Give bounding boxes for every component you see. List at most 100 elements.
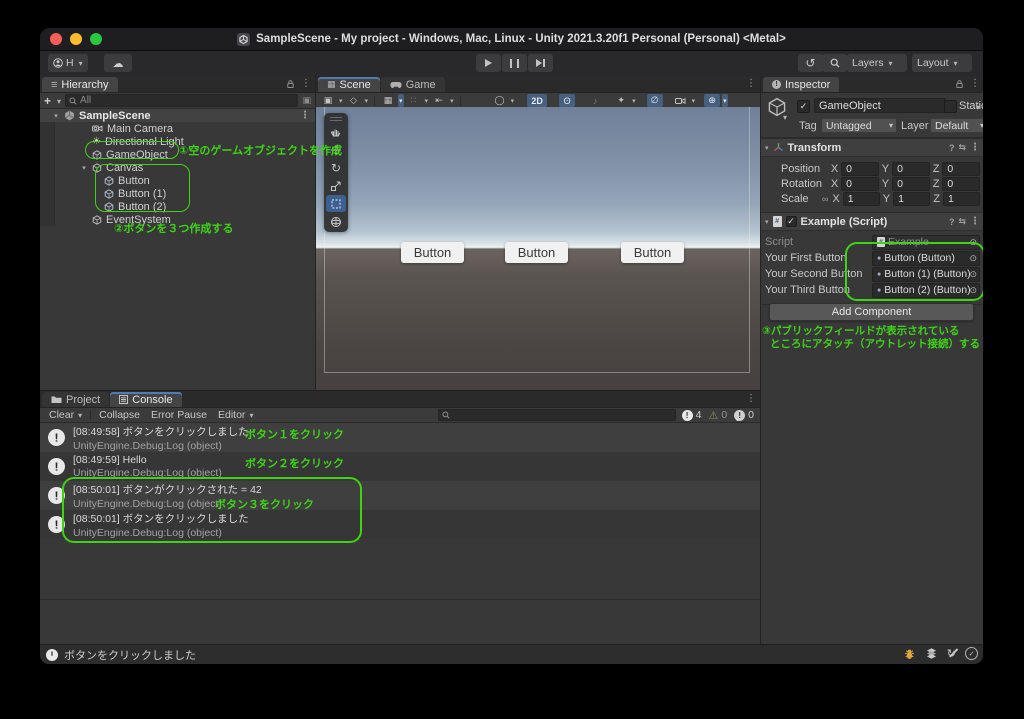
hand-tool-button[interactable] [326, 123, 346, 140]
hierarchy-row-scene[interactable]: SampleScene [40, 109, 315, 122]
rotation-x-field[interactable]: 0 [841, 177, 879, 191]
rotation-z-field[interactable]: 0 [942, 177, 980, 191]
lock-icon[interactable] [286, 79, 295, 89]
skybox-toggle-icon[interactable] [492, 94, 508, 107]
help-icon[interactable] [949, 217, 955, 227]
shading-mode-caret-icon[interactable] [364, 94, 370, 107]
console-split-divider[interactable] [40, 599, 760, 600]
effects-caret-icon[interactable] [631, 94, 637, 107]
minimize-window-button[interactable] [70, 33, 82, 45]
foldout-icon[interactable] [765, 144, 769, 152]
scale-y-field[interactable]: 1 [893, 192, 930, 206]
position-y-field[interactable]: 0 [892, 162, 930, 176]
example-script-menu-icon[interactable] [970, 216, 980, 227]
scene-picker-icon[interactable] [302, 95, 311, 106]
scene-viewport[interactable]: Button Button Button [316, 107, 760, 390]
object-picker-icon[interactable] [969, 253, 977, 264]
zoom-window-button[interactable] [90, 33, 102, 45]
close-window-button[interactable] [50, 33, 62, 45]
clear-button[interactable]: Clear [44, 409, 87, 422]
tab-hierarchy[interactable]: Hierarchy [42, 77, 118, 92]
foldout-icon[interactable] [765, 218, 769, 226]
example-script-component-header[interactable]: # Example (Script) [761, 212, 983, 231]
scale-x-field[interactable]: 1 [843, 192, 880, 206]
move-snap-caret-icon[interactable] [449, 94, 455, 107]
tag-dropdown[interactable]: Untagged [821, 118, 897, 133]
info-count-toggle[interactable]: !4 [682, 409, 702, 421]
object-picker-icon[interactable] [969, 269, 977, 280]
console-panel-menu-icon[interactable] [746, 393, 756, 404]
auto-refresh-disabled-icon[interactable] [947, 647, 956, 660]
presets-icon[interactable] [958, 216, 966, 227]
scale-tool-button[interactable] [326, 177, 346, 194]
active-checkbox[interactable] [797, 100, 810, 113]
scene-panel-menu-icon[interactable] [746, 78, 756, 89]
hierarchy-row-button-2[interactable]: Button (2) [40, 200, 315, 213]
move-snap-icon[interactable] [431, 94, 447, 107]
foldout-icon[interactable] [80, 164, 88, 172]
create-object-button[interactable] [44, 94, 51, 108]
first-button-object-field[interactable]: Button (Button) [872, 251, 980, 266]
hierarchy-row-button-1[interactable]: Button (1) [40, 187, 315, 200]
rotate-tool-button[interactable] [326, 159, 346, 176]
log-entry-2[interactable]: ! [08:49:59] Hello UnityEngine.Debug:Log… [40, 452, 760, 481]
position-z-field[interactable]: 0 [942, 162, 980, 176]
hidden-objects-toggle-icon[interactable] [647, 94, 663, 107]
grid-visibility-icon[interactable] [380, 94, 396, 107]
log-entry-3[interactable]: ! [08:50:01] ボタンがクリックされた = 42 UnityEngin… [40, 481, 760, 510]
third-button-object-field[interactable]: Button (2) (Button) [872, 283, 980, 298]
undo-history-button[interactable] [798, 54, 823, 72]
gizmos-toggle-icon[interactable] [704, 94, 720, 107]
hierarchy-row-directional-light[interactable]: Directional Light [40, 135, 315, 148]
position-x-field[interactable]: 0 [841, 162, 879, 176]
status-message[interactable]: ボタンをクリックしました [64, 647, 196, 663]
scale-z-field[interactable]: 1 [943, 192, 980, 206]
object-picker-icon[interactable] [969, 237, 977, 248]
snap-settings-caret-icon[interactable] [424, 94, 430, 107]
scene-lighting-toggle-icon[interactable] [559, 94, 575, 107]
code-compile-status-icon[interactable] [965, 647, 978, 660]
gameobject-icon-caret[interactable] [781, 111, 787, 123]
static-caret-icon[interactable] [974, 101, 980, 113]
hierarchy-row-main-camera[interactable]: Main Camera [40, 122, 315, 135]
scene-ui-button-1[interactable]: Button [401, 242, 464, 263]
scene-audio-toggle-icon[interactable] [587, 94, 603, 107]
script-object-field[interactable]: # Example [872, 235, 980, 250]
pause-button[interactable] [502, 54, 527, 72]
scene-row-menu-icon[interactable] [300, 110, 310, 121]
camera-caret-icon[interactable] [691, 94, 697, 107]
help-icon[interactable] [949, 143, 955, 153]
scene-camera-settings-icon[interactable] [673, 94, 689, 107]
lock-icon[interactable] [955, 79, 964, 89]
gameobject-name-field[interactable]: GameObject [814, 98, 946, 113]
debugger-icon[interactable] [903, 647, 916, 660]
transform-component-header[interactable]: Transform [761, 138, 983, 157]
hierarchy-row-button[interactable]: Button [40, 174, 315, 187]
collapse-button[interactable]: Collapse [94, 409, 145, 422]
create-object-caret-icon[interactable] [55, 95, 61, 107]
effects-toggle-icon[interactable] [613, 94, 629, 107]
grid-visibility-caret-icon[interactable] [398, 94, 404, 107]
layout-dropdown[interactable]: Layout [912, 54, 972, 72]
layers-dropdown[interactable]: Layers [847, 54, 907, 72]
cloud-services-button[interactable] [104, 54, 132, 72]
warning-count-toggle[interactable]: 0 [708, 409, 727, 422]
log-entry-1[interactable]: ! [08:49:58] ボタンをクリックしました UnityEngine.De… [40, 423, 760, 452]
transform-tool-button[interactable] [326, 213, 346, 230]
hierarchy-search-input[interactable]: All [65, 94, 298, 107]
editor-button[interactable]: Editor [213, 409, 258, 422]
inspector-menu-icon[interactable] [970, 78, 980, 89]
play-button[interactable] [476, 54, 501, 72]
static-checkbox[interactable] [944, 100, 957, 113]
overlay-drag-handle[interactable] [324, 115, 348, 122]
log-entry-4[interactable]: ! [08:50:01] ボタンをクリックしました UnityEngine.De… [40, 510, 760, 539]
tab-console[interactable]: Console [110, 392, 181, 407]
hierarchy-row-eventsystem[interactable]: EventSystem [40, 213, 315, 226]
account-button[interactable]: H [48, 54, 88, 72]
shading-mode-icon[interactable] [346, 94, 362, 107]
tab-inspector[interactable]: ! Inspector [763, 77, 839, 92]
foldout-icon[interactable] [52, 112, 60, 120]
second-button-object-field[interactable]: Button (1) (Button) [872, 267, 980, 282]
tab-game[interactable]: Game [381, 77, 445, 92]
rotation-y-field[interactable]: 0 [892, 177, 930, 191]
